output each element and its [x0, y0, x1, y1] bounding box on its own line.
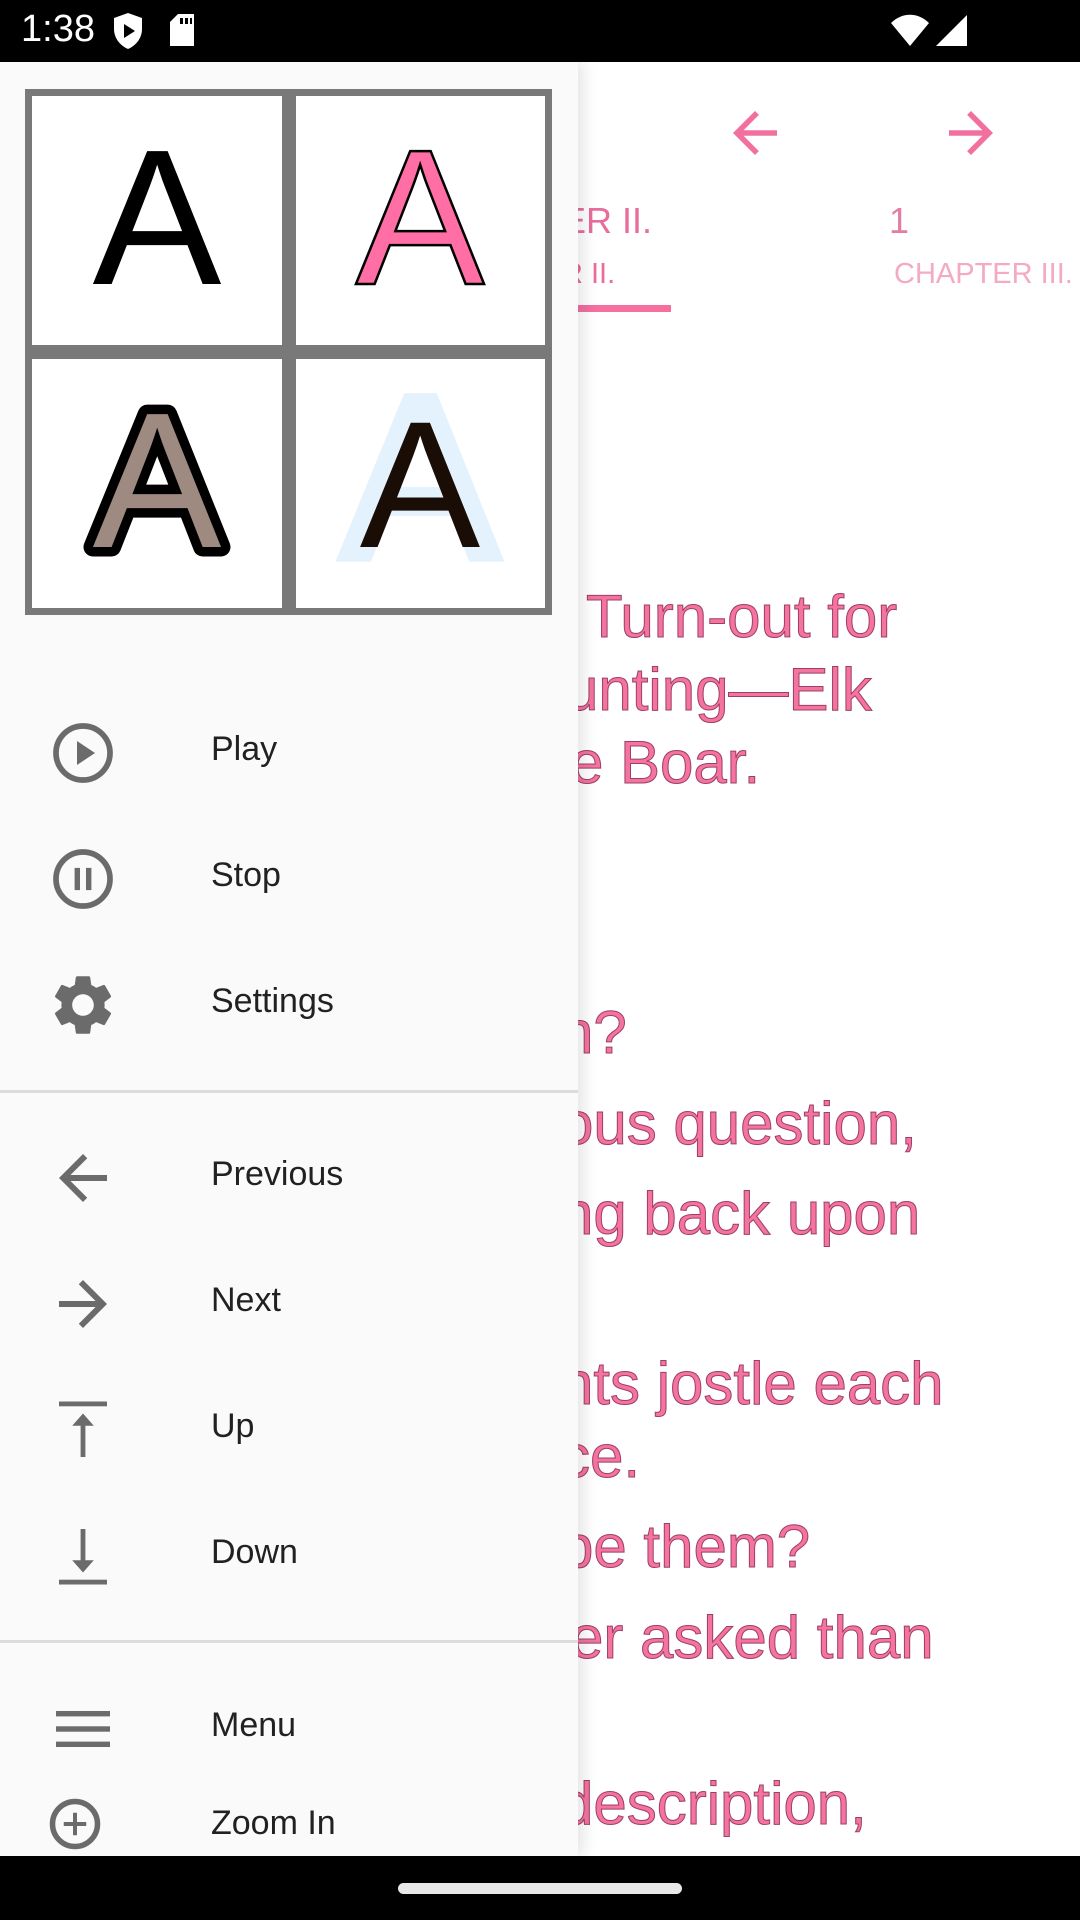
arrow-right-icon: [59, 1280, 107, 1328]
svg-text:A: A: [92, 379, 221, 588]
arrow-up-to-top-icon: [59, 1401, 107, 1457]
home-gesture-handle[interactable]: [398, 1883, 682, 1894]
sd-card-icon: [168, 12, 196, 53]
menu-item-previous[interactable]: Previous: [0, 1109, 578, 1235]
menu-item-label: Previous: [211, 1155, 344, 1193]
status-bar: 1:38: [0, 0, 1080, 62]
svg-text:A: A: [360, 385, 481, 586]
book-text-line: unting—Elk: [565, 656, 873, 724]
zoom-in-icon: [49, 1798, 101, 1850]
screen: 1:38 ER II. R II. 1 CHAPTER III. Turn-ou…: [0, 0, 1080, 1920]
toolbar-prev-button[interactable]: [722, 100, 788, 166]
book-text-line: er asked than: [570, 1604, 935, 1672]
letter-a-thick-outline-icon: A: [83, 379, 231, 589]
menu-item-label: Up: [211, 1407, 255, 1445]
wifi-icon: [890, 14, 930, 53]
menu-item-down[interactable]: Down: [0, 1487, 578, 1613]
svg-text:A: A: [92, 116, 221, 325]
style-option-pink-outlined[interactable]: A: [295, 96, 545, 345]
text-style-picker: A A A A A: [25, 89, 552, 615]
menu-item-zoom-in[interactable]: Zoom In: [0, 1786, 578, 1856]
book-text-line: nts jostle each: [560, 1350, 945, 1418]
hamburger-menu-icon: [56, 1711, 110, 1747]
menu-item-label: Next: [211, 1281, 281, 1319]
book-text-line: Turn-out for: [585, 583, 898, 651]
arrow-left-icon: [59, 1154, 107, 1202]
menu-item-label: Zoom In: [211, 1804, 336, 1842]
tab-next-label-top: 1: [889, 200, 910, 241]
system-nav-bar: [0, 1856, 1080, 1920]
menu-divider: [0, 1640, 578, 1643]
style-option-brown-thick-outline[interactable]: A: [32, 359, 282, 608]
status-time: 1:38: [21, 8, 95, 50]
menu-item-menu[interactable]: Menu: [0, 1660, 578, 1786]
book-text-line: ng back upon: [559, 1180, 921, 1248]
style-option-plain-black[interactable]: A: [32, 96, 282, 345]
letter-a-pink-outlined-icon: A: [355, 116, 487, 326]
menu-item-label: Down: [211, 1533, 298, 1571]
letter-a-plain-icon: A: [92, 116, 221, 325]
menu-divider: [0, 1090, 578, 1093]
menu-item-next[interactable]: Next: [0, 1235, 578, 1361]
arrow-right-icon: [949, 111, 993, 155]
style-option-halo[interactable]: A A: [295, 359, 545, 608]
menu-item-label: Stop: [211, 856, 281, 894]
pause-circle-icon: [53, 849, 113, 909]
arrow-down-to-bottom-icon: [59, 1529, 107, 1585]
letter-a-halo-icon: A A: [338, 379, 502, 589]
tab-next-label: CHAPTER III.: [894, 258, 1073, 290]
gear-icon: [54, 976, 112, 1034]
menu-item-stop[interactable]: Stop: [0, 810, 578, 936]
book-text-line: ous question,: [560, 1090, 918, 1158]
menu-item-up[interactable]: Up: [0, 1361, 578, 1487]
menu-item-settings[interactable]: Settings: [0, 936, 578, 1062]
book-text-line: description,: [560, 1770, 868, 1838]
arrow-left-icon: [733, 111, 777, 155]
play-circle-icon: [53, 723, 113, 783]
book-text-line: be them?: [559, 1513, 811, 1581]
navigation-drawer: A A A A A Play Stop Settings Previous Ne…: [0, 62, 578, 1856]
menu-item-label: Settings: [211, 982, 334, 1020]
cell-signal-icon: [934, 14, 968, 53]
book-text-line: e Boar.: [569, 729, 761, 797]
menu-item-label: Play: [211, 730, 278, 768]
toolbar-next-button[interactable]: [938, 100, 1004, 166]
menu-item-label: Menu: [211, 1706, 297, 1744]
svg-text:A: A: [356, 116, 485, 325]
menu-item-play[interactable]: Play: [0, 684, 578, 810]
play-protect-shield-icon: [112, 12, 144, 55]
